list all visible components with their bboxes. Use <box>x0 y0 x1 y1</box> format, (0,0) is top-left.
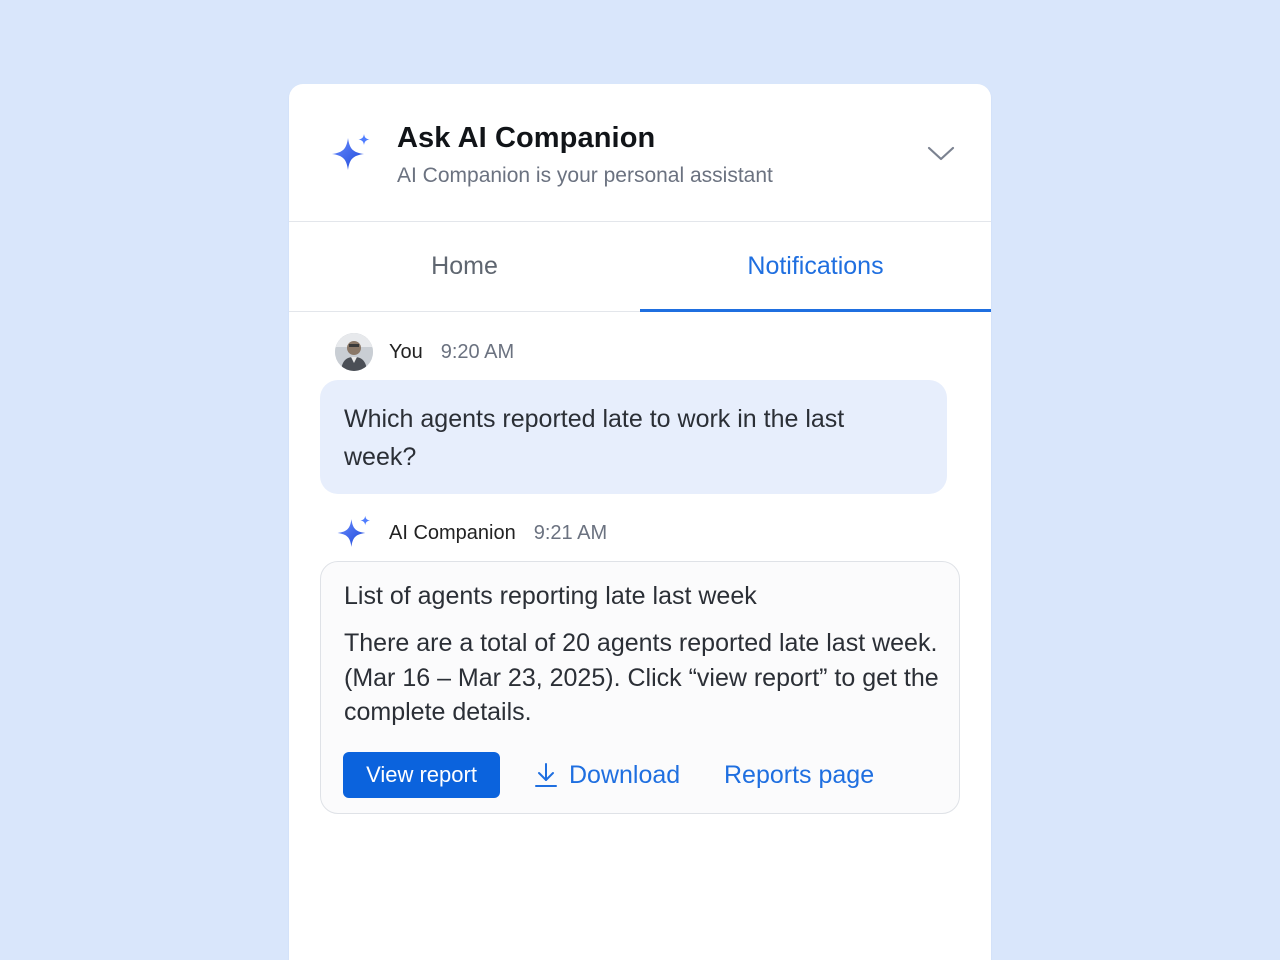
active-tab-indicator <box>640 309 991 312</box>
panel-header: Ask AI Companion AI Companion is your pe… <box>289 84 991 222</box>
user-message-time: 9:20 AM <box>440 340 515 363</box>
download-icon <box>535 763 557 787</box>
user-message-bubble: Which agents reported late to work in th… <box>320 380 947 494</box>
ai-card-title: List of agents reporting late last week <box>344 582 757 610</box>
ai-card-body: There are a total of 20 agents reported … <box>344 629 939 726</box>
user-name: You <box>389 340 423 363</box>
avatar <box>335 333 373 371</box>
tab-home-label: Home <box>431 252 498 280</box>
sparkle-icon <box>332 134 370 170</box>
tab-home[interactable]: Home <box>289 222 640 311</box>
ai-message-time: 9:21 AM <box>533 521 608 544</box>
tab-notifications[interactable]: Notifications <box>640 222 991 312</box>
sparkle-icon <box>337 515 370 547</box>
chevron-down-icon <box>927 146 955 161</box>
reports-page-label: Reports page <box>724 760 875 789</box>
download-label: Download <box>569 760 681 789</box>
view-report-label: View report <box>366 762 477 787</box>
user-avatar-image <box>335 333 373 371</box>
ai-message-meta: AI Companion 9:21 AM <box>335 514 607 552</box>
download-link[interactable]: Download <box>533 758 680 792</box>
ai-name: AI Companion <box>389 521 516 544</box>
panel-title: Ask AI Companion <box>397 122 656 154</box>
user-message-meta: You 9:20 AM <box>335 333 514 371</box>
tab-notifications-label: Notifications <box>747 252 884 280</box>
panel-subtitle: AI Companion is your personal assistant <box>397 164 773 187</box>
tab-bar: Home Notifications <box>289 222 991 312</box>
user-message-text: Which agents reported late to work in th… <box>344 405 845 471</box>
reports-page-link[interactable]: Reports page <box>724 758 874 792</box>
view-report-button[interactable]: View report <box>343 752 500 798</box>
collapse-button[interactable] <box>921 136 961 172</box>
ai-companion-panel: Ask AI Companion AI Companion is your pe… <box>289 84 991 960</box>
ai-response-card: List of agents reporting late last week … <box>320 561 960 814</box>
